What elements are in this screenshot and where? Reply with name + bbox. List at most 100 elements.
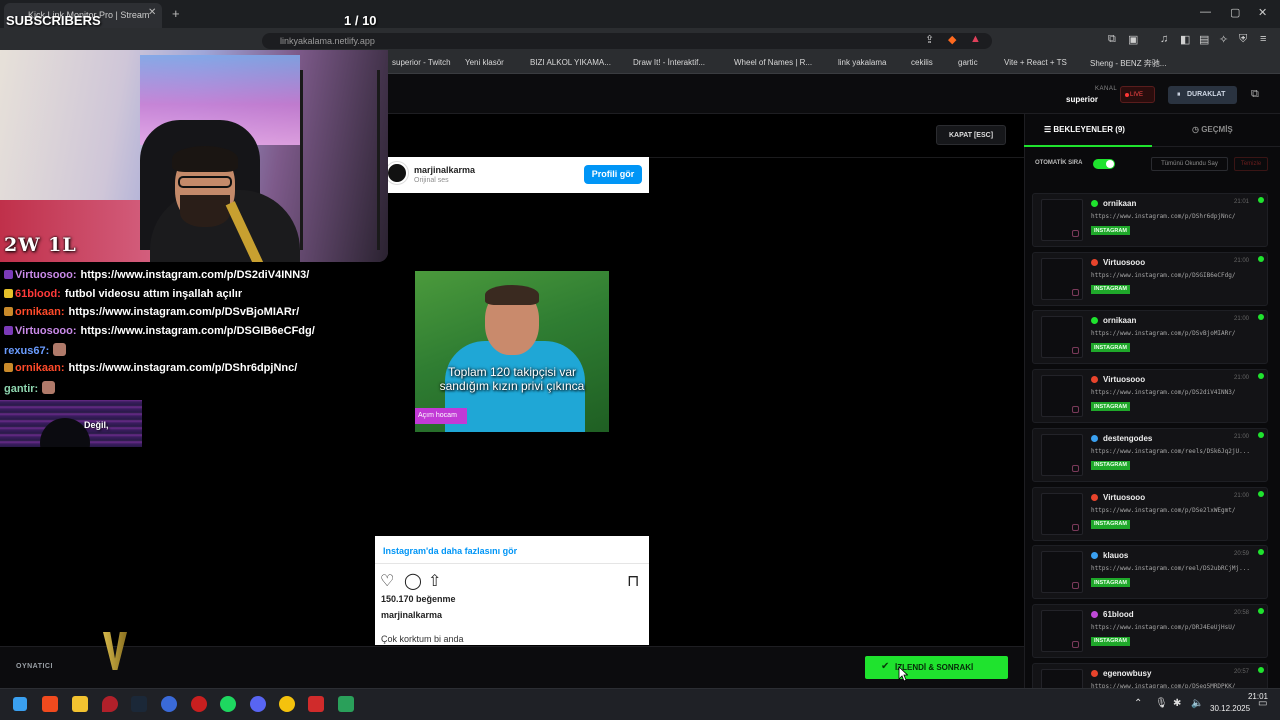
close-window-icon[interactable]: ✕	[1258, 6, 1267, 19]
popout-icon[interactable]: ⧉	[1251, 88, 1259, 101]
menu-icon[interactable]: ≡	[1260, 33, 1266, 45]
instagram-audio[interactable]: Orijinal ses	[414, 177, 449, 184]
queue-time: 21:00	[1234, 375, 1250, 382]
queue-card[interactable]: ornikaan 21:01 https://www.instagram.com/p…	[1032, 193, 1268, 247]
chat-username: ornikaan:	[15, 306, 65, 319]
app5-taskbar-icon[interactable]	[338, 696, 354, 712]
chrome-taskbar-icon[interactable]	[279, 696, 295, 712]
tab-history[interactable]: ◷ GEÇMİŞ	[1192, 125, 1233, 134]
start-icon[interactable]	[13, 697, 27, 711]
spotify-taskbar-icon[interactable]	[220, 696, 236, 712]
link-thumbnail[interactable]	[1041, 551, 1083, 594]
bookmark-item[interactable]: Yeni klasör	[465, 58, 504, 67]
bookmark-item[interactable]: gartic	[958, 58, 978, 67]
bookmark-item[interactable]: Vite + React + TS	[1004, 58, 1067, 67]
app4-taskbar-icon[interactable]	[308, 696, 324, 712]
queue-user: Virtuosooo	[1103, 492, 1146, 502]
tab-close-icon[interactable]: ✕	[148, 7, 156, 18]
link-thumbnail[interactable]	[1041, 375, 1083, 418]
webcam-overlay	[0, 50, 388, 262]
like-icon[interactable]: ♡	[380, 571, 394, 591]
list-icon: ☰	[1044, 125, 1054, 134]
address-bar[interactable]: linkyakalama.netlify.app	[262, 33, 992, 49]
queue-url[interactable]: https://www.instagram.com/p/DShr6dpjNnc/	[1091, 213, 1263, 220]
queue-url[interactable]: https://www.instagram.com/p/DSvBjoMIARr/	[1091, 330, 1263, 337]
queue-card[interactable]: klauos 20:59 https://www.instagram.com/ree…	[1032, 545, 1268, 600]
notification-icon[interactable]: ▭	[1258, 698, 1267, 709]
vpn-icon[interactable]: ⛨	[1239, 33, 1247, 46]
steam-taskbar-icon[interactable]	[131, 696, 147, 712]
discord-taskbar-icon[interactable]	[250, 696, 266, 712]
queue-card[interactable]: 61blood 20:58 https://www.instagram.com/p/…	[1032, 603, 1268, 658]
brave-taskbar-icon[interactable]	[42, 696, 58, 712]
explorer-taskbar-icon[interactable]	[72, 696, 88, 712]
media-icon[interactable]: ♫	[1160, 33, 1168, 45]
tab-waiting[interactable]: ☰ BEKLEYENLER (9)	[1044, 125, 1125, 134]
status-dot	[1258, 607, 1264, 614]
tray-chevron-icon[interactable]: ⌃	[1134, 698, 1142, 709]
bookmark-item[interactable]: superior - Twitch	[392, 58, 451, 67]
instagram-avatar[interactable]	[386, 162, 408, 184]
post-owner[interactable]: marjinalkarma	[381, 610, 442, 620]
minimize-icon[interactable]: —	[1200, 6, 1211, 18]
bookmark-item[interactable]: Wheel of Names | R...	[734, 58, 812, 67]
wallet-icon[interactable]: ▤	[1199, 33, 1209, 46]
bookmark-item[interactable]: BIZI ALKOL YIKAMA...	[530, 58, 611, 67]
queue-url[interactable]: https://www.instagram.com/p/DRJ4EeUjHsU/	[1091, 624, 1263, 631]
new-tab-icon[interactable]: +	[172, 6, 180, 21]
brave-rewards-icon[interactable]: ▲	[970, 33, 981, 45]
link-thumbnail[interactable]	[1041, 257, 1083, 300]
instagram-icon	[1072, 523, 1079, 531]
sidebar-icon[interactable]: ◧	[1180, 33, 1190, 46]
queue-card[interactable]: Virtuosooo 21:00 https://www.instagram.com…	[1032, 486, 1268, 541]
bookmark-item[interactable]: cekilis	[911, 58, 933, 67]
queue-card[interactable]: destengodes 21:00 https://www.instagram.co…	[1032, 427, 1268, 482]
link-thumbnail[interactable]	[1041, 433, 1083, 476]
bookmark-item[interactable]: link yakalama	[838, 58, 886, 67]
clock-date[interactable]: 30.12.2025	[1210, 704, 1250, 713]
instagram-username[interactable]: marjinalkarma	[414, 165, 475, 175]
chat-username: rexus67:	[4, 345, 50, 358]
volume-icon[interactable]: 🔈	[1191, 698, 1203, 709]
queue-url[interactable]: https://www.instagram.com/reel/DS2ubRCjM…	[1091, 565, 1263, 572]
like-count: 150.170 beğenme	[381, 594, 456, 604]
share-icon[interactable]: ⇪	[925, 33, 934, 46]
instagram-more-link[interactable]: Instagram'da daha fazlasını gör	[375, 536, 649, 564]
maximize-icon[interactable]: ▢	[1230, 6, 1240, 19]
queue-card[interactable]: ornikaan 21:00 https://www.instagram.com/p…	[1032, 310, 1268, 365]
mic-icon[interactable]: 🎙	[1155, 698, 1168, 709]
brave-shield-icon[interactable]: ◆	[948, 33, 956, 46]
pause-button[interactable]: ⏸ DURAKLAT	[1168, 86, 1237, 104]
save-icon[interactable]: ⊓	[627, 571, 639, 591]
bookmark-item[interactable]: Sheng - BENZ 奔驰...	[1090, 58, 1166, 69]
ai-icon[interactable]: ✧	[1219, 33, 1228, 46]
mark-all-read-button[interactable]: Tümünü Okundu Say	[1151, 157, 1228, 171]
queue-card[interactable]: Virtuosooo 21:00 https://www.instagram.com…	[1032, 251, 1268, 306]
link-thumbnail[interactable]	[1041, 609, 1083, 652]
status-dot	[1258, 549, 1264, 556]
queue-user: 61blood	[1103, 609, 1134, 619]
share-post-icon[interactable]: ⇧	[428, 571, 441, 591]
link-thumbnail[interactable]	[1041, 492, 1083, 535]
extensions-icon[interactable]: ⧉	[1108, 33, 1116, 46]
bookmark-item[interactable]: Draw It! - İnteraktif...	[633, 58, 705, 67]
view-profile-button[interactable]: Profili gör	[584, 165, 642, 184]
app3-taskbar-icon[interactable]	[191, 696, 207, 712]
screenshot-icon[interactable]: ▣	[1128, 33, 1138, 46]
platform-badge: INSTAGRAM	[1091, 636, 1130, 646]
queue-card[interactable]: Virtuosooo 21:00 https://www.instagram.com…	[1032, 369, 1268, 424]
queue-url[interactable]: https://www.instagram.com/p/DS2diV4INN3/	[1091, 389, 1263, 396]
queue-url[interactable]: https://www.instagram.com/p/DSe2lxWEgmt/	[1091, 507, 1263, 514]
comment-icon[interactable]: ◯	[404, 571, 422, 591]
app-taskbar-icon[interactable]	[102, 696, 118, 712]
queue-url[interactable]: https://www.instagram.com/reels/DSk6Jq2j…	[1091, 448, 1263, 455]
platform-badge: INSTAGRAM	[1091, 460, 1130, 470]
close-player-button[interactable]: KAPAT [ESC]	[936, 125, 1006, 145]
bluetooth-icon[interactable]: ✱	[1173, 698, 1181, 709]
clear-button[interactable]: Temizle	[1234, 157, 1268, 171]
instagram-video[interactable]: Toplam 120 takipçisi var sandığım kızın …	[415, 271, 609, 432]
link-thumbnail[interactable]	[1041, 199, 1083, 241]
link-thumbnail[interactable]	[1041, 316, 1083, 359]
queue-url[interactable]: https://www.instagram.com/p/DSGIB6eCFdg/	[1091, 272, 1263, 279]
app2-taskbar-icon[interactable]	[161, 696, 177, 712]
